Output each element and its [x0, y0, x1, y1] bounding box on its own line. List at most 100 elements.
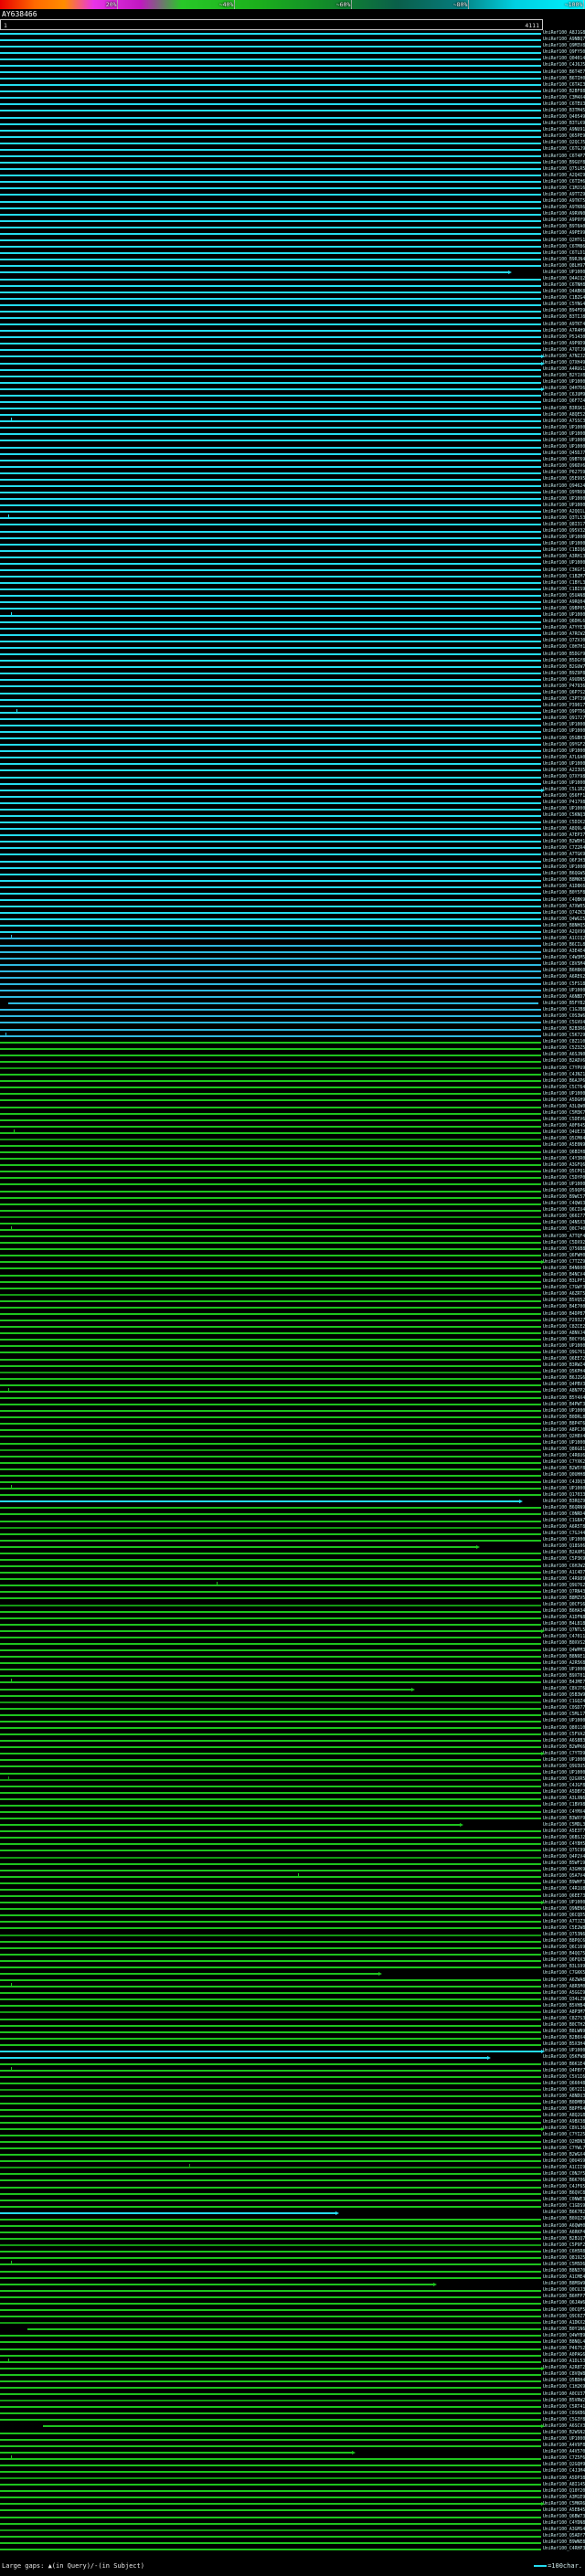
- hit-bar[interactable]: [0, 1448, 541, 1451]
- hit-bar[interactable]: [0, 2541, 541, 2544]
- hit-label[interactable]: UniRef100_UP1000...: [543, 1667, 585, 1673]
- hit-bar[interactable]: [0, 1642, 541, 1645]
- hit-label[interactable]: UniRef100_UP1000...: [543, 541, 585, 547]
- hit-bar[interactable]: [0, 361, 545, 366]
- hit-bar[interactable]: [0, 549, 541, 552]
- hit-label[interactable]: UniRef100_UP1000...: [543, 560, 585, 567]
- hit-bar[interactable]: [0, 1028, 541, 1031]
- hit-bar[interactable]: [0, 2070, 541, 2072]
- hit-label[interactable]: UniRef100_A6R5T8: [543, 1524, 585, 1531]
- hit-bar[interactable]: [0, 2484, 541, 2486]
- hit-label[interactable]: UniRef100_Q4ABK8: [543, 289, 585, 295]
- hit-label[interactable]: UniRef100_A5GGI9: [543, 1990, 585, 1997]
- hit-label[interactable]: UniRef100_UP1000...: [543, 496, 585, 503]
- hit-bar[interactable]: [0, 400, 541, 403]
- hit-label[interactable]: UniRef100_Q6CQD5: [543, 1913, 585, 1919]
- hit-label[interactable]: UniRef100_C5ML17: [543, 1712, 585, 1718]
- hit-bar[interactable]: [0, 1087, 541, 1089]
- hit-label[interactable]: UniRef100_C5M3K7: [543, 1110, 585, 1117]
- hit-bar[interactable]: [0, 2490, 541, 2493]
- hit-label[interactable]: UniRef100_A2Q4I9: [543, 173, 585, 179]
- hit-label[interactable]: UniRef100_B0Y1N6: [543, 2327, 585, 2333]
- hit-label[interactable]: UniRef100_B8NHQ5: [543, 923, 585, 929]
- hit-label[interactable]: UniRef100_C4R989: [543, 1576, 585, 1583]
- hit-bar[interactable]: [0, 2406, 541, 2409]
- hit-label[interactable]: UniRef100_B4E700: [543, 1304, 585, 1310]
- hit-label[interactable]: UniRef100_UP1000...: [543, 780, 585, 787]
- hit-label[interactable]: UniRef100_C7GWY3: [543, 1285, 585, 1291]
- hit-bar[interactable]: [0, 246, 541, 249]
- hit-label[interactable]: UniRef100_Q10Y20: [543, 2488, 585, 2495]
- hit-label[interactable]: UniRef100_A9P9Y9: [543, 217, 585, 224]
- hit-label[interactable]: UniRef100_A7EP37: [543, 832, 585, 839]
- hit-label[interactable]: UniRef100_A5EB45: [543, 2507, 585, 2514]
- hit-bar[interactable]: [0, 595, 541, 598]
- hit-label[interactable]: UniRef100_C6TM86: [543, 244, 585, 250]
- hit-bar[interactable]: [0, 297, 541, 300]
- hit-bar[interactable]: [0, 1818, 541, 1820]
- hit-bar[interactable]: [0, 588, 541, 591]
- hit-bar[interactable]: [0, 2282, 437, 2286]
- hit-bar[interactable]: [0, 116, 541, 119]
- hit-label[interactable]: UniRef100_A9UDN5: [543, 677, 585, 684]
- hit-bar[interactable]: [0, 45, 541, 48]
- hit-bar[interactable]: [0, 129, 541, 132]
- hit-label[interactable]: UniRef100_Q6FJH3: [543, 858, 585, 864]
- hit-label[interactable]: UniRef100_Q7XH49: [543, 360, 585, 366]
- hit-label[interactable]: UniRef100_Q7NTL5: [543, 1627, 585, 1634]
- hit-label[interactable]: UniRef100_B8NQL4: [543, 2339, 585, 2346]
- hit-label[interactable]: UniRef100_Q5A7V4: [543, 1873, 585, 1880]
- hit-bar[interactable]: [0, 1558, 541, 1561]
- hit-bar[interactable]: [0, 679, 541, 682]
- hit-bar[interactable]: [0, 1656, 541, 1659]
- hit-label[interactable]: UniRef100_Q86G81: [543, 1447, 585, 1453]
- hit-label[interactable]: UniRef100_Q7XY98: [543, 774, 585, 780]
- hit-label[interactable]: UniRef100_C7TZZ9: [543, 1259, 585, 1266]
- hit-label[interactable]: UniRef100_A2I3U5: [543, 768, 585, 774]
- hit-label[interactable]: UniRef100_A0PAG6: [543, 2352, 585, 2359]
- hit-label[interactable]: UniRef100_B0XVS2: [543, 1640, 585, 1647]
- hit-bar[interactable]: [0, 2018, 541, 2020]
- hit-label[interactable]: UniRef100_Q5BDH4: [543, 2378, 585, 2384]
- hit-bar[interactable]: [0, 556, 541, 558]
- hit-bar[interactable]: [0, 472, 541, 474]
- hit-label[interactable]: UniRef100_B4L818: [543, 1621, 585, 1627]
- hit-label[interactable]: UniRef100_B5VHB4: [543, 2003, 585, 2009]
- hit-bar[interactable]: [0, 646, 541, 649]
- hit-bar[interactable]: [0, 1293, 541, 1296]
- hit-label[interactable]: UniRef100_C4JGF8: [543, 1783, 585, 1789]
- hit-label[interactable]: UniRef100_A3GMS4: [543, 2527, 585, 2533]
- hit-bar[interactable]: [0, 78, 541, 80]
- hit-label[interactable]: UniRef100_P62759: [543, 470, 585, 476]
- hit-label[interactable]: UniRef100_P39017: [543, 703, 585, 709]
- hit-bar[interactable]: [0, 1242, 541, 1245]
- hit-label[interactable]: UniRef100_Q6P7S2: [543, 690, 585, 696]
- hit-bar[interactable]: [0, 990, 541, 992]
- hit-bar[interactable]: [0, 1190, 541, 1193]
- hit-bar[interactable]: [0, 187, 541, 190]
- hit-bar[interactable]: [0, 1022, 541, 1024]
- hit-bar[interactable]: [0, 355, 545, 359]
- hit-label[interactable]: UniRef100_B2B0X4: [543, 2035, 585, 2041]
- hit-bar[interactable]: [0, 2302, 541, 2305]
- hit-bar[interactable]: [0, 2160, 541, 2163]
- hit-label[interactable]: UniRef100_B5DGY9: [543, 652, 585, 658]
- hit-bar[interactable]: [0, 1811, 541, 1814]
- hit-bar[interactable]: [0, 2366, 545, 2370]
- hit-label[interactable]: UniRef100_Q7RN43: [543, 1589, 585, 1595]
- hit-label[interactable]: UniRef100_B6T4E7: [543, 69, 585, 76]
- hit-bar[interactable]: [0, 2412, 541, 2415]
- hit-label[interactable]: UniRef100_A6ZWA8: [543, 1977, 585, 1984]
- hit-label[interactable]: UniRef100_A1DFN8: [543, 1615, 585, 1621]
- hit-label[interactable]: UniRef100_C4R6U6: [543, 1453, 585, 1459]
- hit-bar[interactable]: [0, 1585, 541, 1587]
- hit-bar[interactable]: [0, 2024, 541, 2027]
- hit-bar[interactable]: [0, 71, 541, 73]
- hit-label[interactable]: UniRef100_C0NRD4: [543, 1511, 585, 1518]
- hit-label[interactable]: UniRef100_B6K7B2: [543, 2210, 585, 2216]
- hit-bar[interactable]: [0, 1041, 541, 1044]
- hit-label[interactable]: UniRef100_C4R1U8: [543, 1886, 585, 1892]
- hit-label[interactable]: UniRef100_A5DP38: [543, 2475, 585, 2482]
- hit-bar[interactable]: [0, 2141, 541, 2143]
- hit-bar[interactable]: [0, 1649, 541, 1652]
